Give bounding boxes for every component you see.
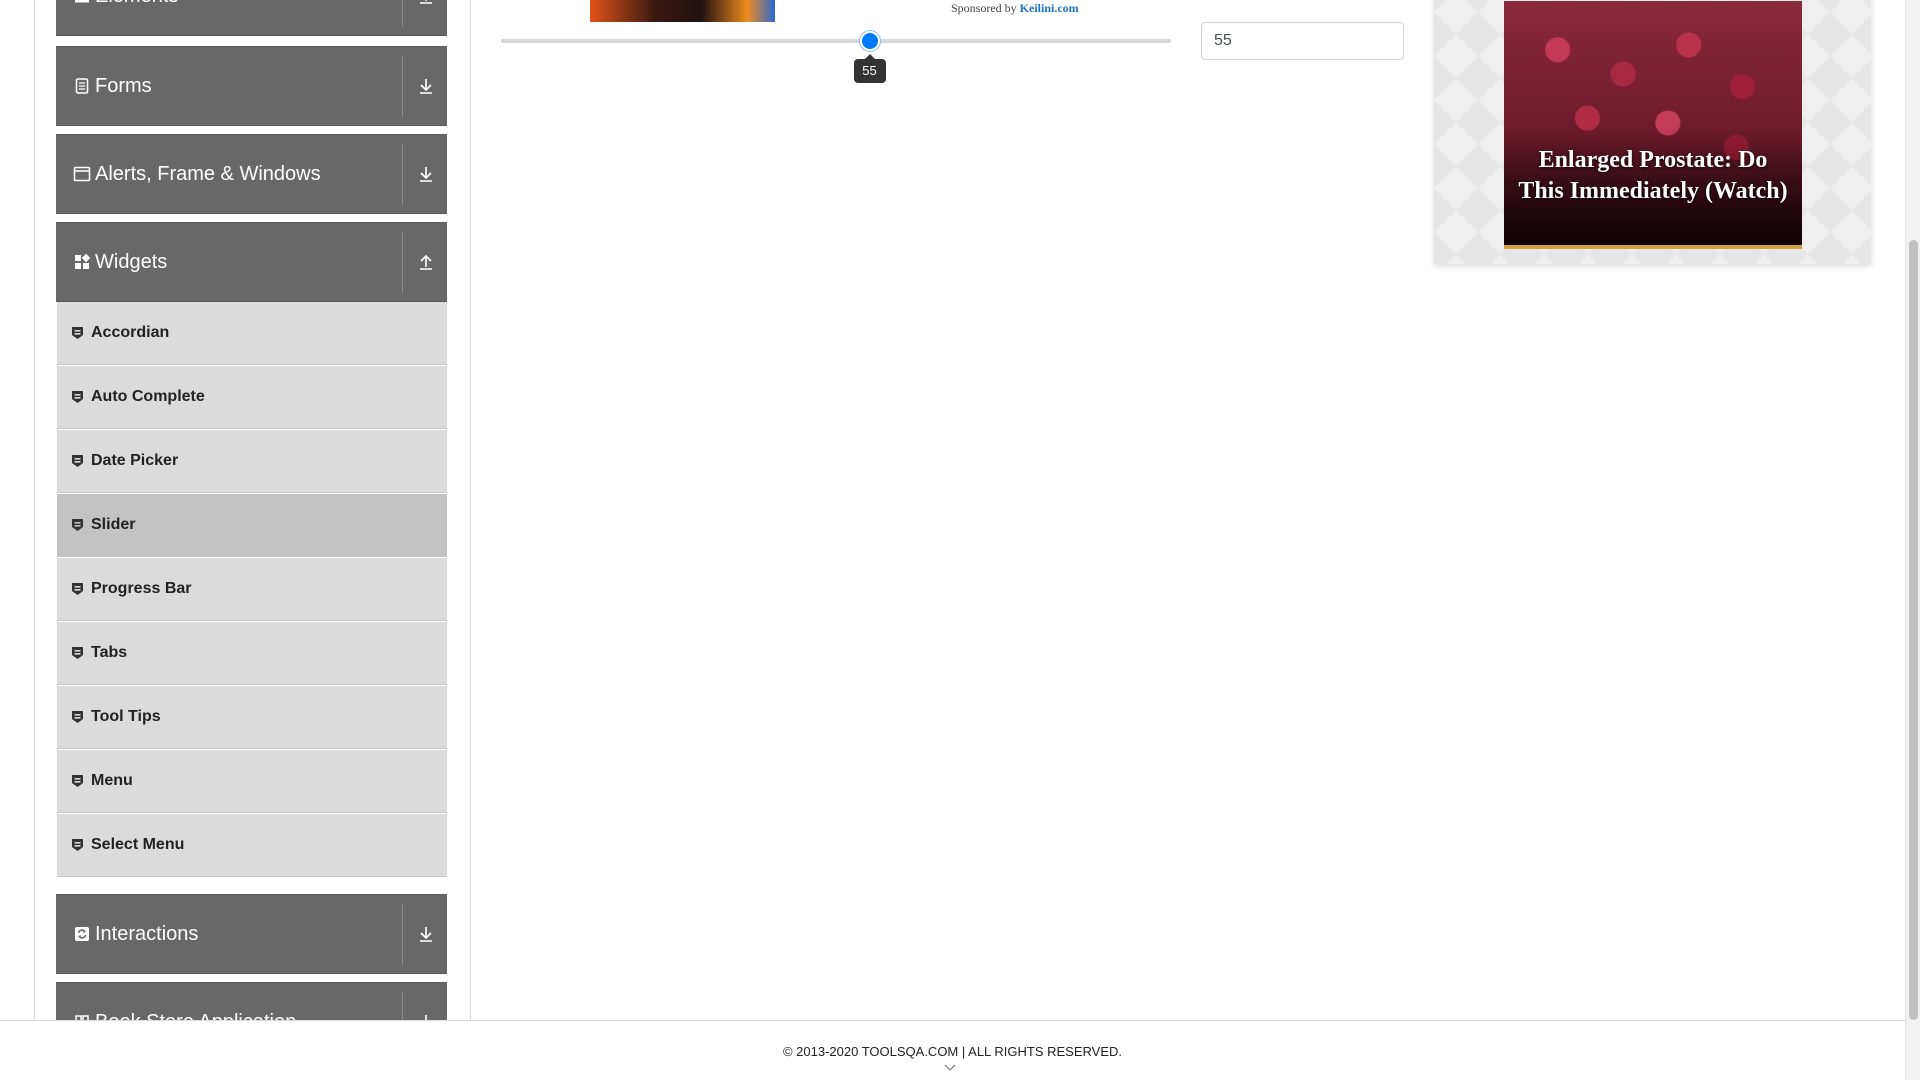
group-label-forms: Forms [95, 75, 152, 97]
list-icon [73, 0, 91, 5]
group-header-alerts-frame-windows[interactable]: Alerts, Frame & Windows [56, 134, 447, 214]
group-header-book-store-application[interactable]: Book Store Application [56, 982, 447, 1020]
expand-toggle-book-store-application[interactable] [403, 983, 447, 1020]
group-label-elements: Elements [95, 0, 178, 8]
left-navigation-panel: Elements Forms Alerts, Frame & Windows W… [34, 0, 471, 1020]
sidebar-item-progress-bar[interactable]: Progress Bar [57, 558, 447, 621]
group-label-book-store-application: Book Store Application [95, 1010, 296, 1020]
interaction-icon [73, 925, 91, 943]
top-banner-ad-image[interactable] [590, 0, 775, 22]
group-label-widgets: Widgets [95, 251, 168, 273]
badge-icon [71, 326, 84, 340]
sidebar-item-tabs[interactable]: Tabs [57, 622, 447, 685]
slider-value-tooltip: 55 [853, 54, 886, 83]
download-arrow-icon [420, 927, 432, 942]
window-icon [73, 165, 91, 183]
expand-toggle-interactions[interactable] [403, 895, 447, 973]
sidebar-item-label: Select Menu [91, 836, 185, 853]
badge-icon [71, 710, 84, 724]
sidebar-item-label: Accordian [91, 324, 170, 341]
badge-icon [71, 838, 84, 852]
sidebar-item-accordian[interactable]: Accordian [57, 302, 447, 365]
sidebar-item-label: Tool Tips [91, 708, 161, 725]
sidebar-item-label: Auto Complete [91, 388, 205, 405]
sidebar-item-label: Date Picker [91, 452, 179, 469]
page-footer: © 2013-2020 TOOLSQA.COM | ALL RIGHTS RES… [0, 1020, 1905, 1080]
footer-copyright: © 2013-2020 TOOLSQA.COM | ALL RIGHTS RES… [782, 1044, 1123, 1059]
ad-card-image[interactable]: Enlarged Prostate: Do This Immediately (… [1504, 1, 1802, 249]
sponsored-prefix: Sponsored by [951, 1, 1020, 15]
ad-headline[interactable]: Enlarged Prostate: Do This Immediately (… [1514, 145, 1792, 207]
badge-icon [71, 646, 84, 660]
sidebar-item-select-menu[interactable]: Select Menu [57, 814, 447, 877]
expand-toggle-alerts-frame-windows[interactable] [403, 135, 447, 213]
document-icon [73, 77, 91, 95]
download-arrow-icon [420, 0, 432, 4]
sidebar-item-label: Tabs [91, 644, 128, 661]
upload-arrow-icon [420, 254, 432, 270]
group-header-elements[interactable]: Elements [56, 0, 447, 36]
page-scrollbar[interactable] [1905, 0, 1920, 1080]
sidebar-item-tool-tips[interactable]: Tool Tips [57, 686, 447, 749]
badge-icon [71, 582, 84, 596]
sidebar-item-auto-complete[interactable]: Auto Complete [57, 366, 447, 429]
sidebar-item-label: Progress Bar [91, 580, 192, 597]
badge-icon [71, 454, 84, 468]
download-arrow-icon [420, 167, 432, 182]
scrollbar-thumb[interactable] [1909, 240, 1918, 1020]
badge-icon [71, 390, 84, 404]
download-arrow-icon [420, 79, 432, 94]
sidebar-item-slider[interactable]: Slider [57, 494, 447, 557]
sidebar-item-date-picker[interactable]: Date Picker [57, 430, 447, 493]
expand-toggle-elements[interactable] [403, 0, 447, 35]
right-advertisement[interactable]: Enlarged Prostate: Do This Immediately (… [1434, 0, 1871, 264]
chevron-down-icon[interactable] [944, 1064, 956, 1072]
book-icon [73, 1013, 91, 1020]
range-slider[interactable]: 55 [501, 31, 1171, 83]
sidebar-item-menu[interactable]: Menu [57, 750, 447, 813]
collapse-toggle-widgets[interactable] [403, 223, 447, 301]
badge-icon [71, 774, 84, 788]
download-arrow-icon [425, 1015, 427, 1020]
group-header-interactions[interactable]: Interactions [56, 894, 447, 974]
group-label-interactions: Interactions [95, 923, 199, 945]
slider-thumb[interactable] [859, 31, 880, 51]
sponsor-link[interactable]: Keilini.com [1020, 1, 1079, 15]
group-header-forms[interactable]: Forms [56, 46, 447, 126]
sidebar-item-label: Slider [91, 516, 136, 533]
slider-fill [501, 39, 870, 43]
slider-value-field[interactable] [1201, 22, 1404, 60]
widgets-grid-icon [73, 253, 91, 271]
sponsored-label: Sponsored by Keilini.com [951, 1, 1079, 16]
sidebar-item-label: Menu [91, 772, 133, 789]
group-label-alerts-frame-windows: Alerts, Frame & Windows [95, 163, 321, 185]
expand-toggle-forms[interactable] [403, 47, 447, 125]
group-header-widgets[interactable]: Widgets [56, 222, 447, 302]
badge-icon [71, 518, 84, 532]
